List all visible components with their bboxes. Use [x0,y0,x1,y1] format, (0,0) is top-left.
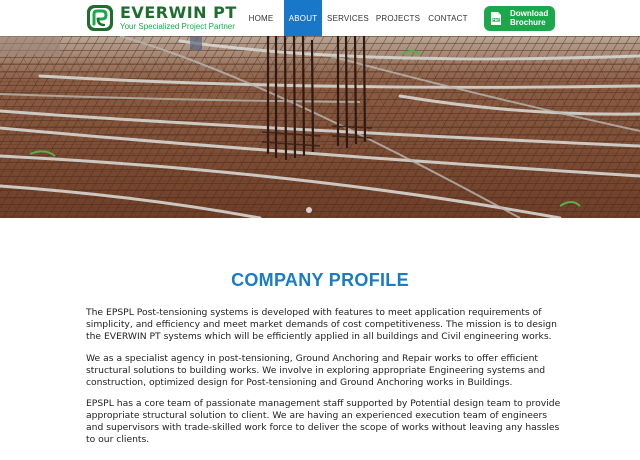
carousel-indicator[interactable] [306,207,312,213]
download-brochure-button[interactable]: PDF Download Brochure [484,6,555,31]
site-header: EVERWIN PT Your Specialized Project Part… [0,0,640,36]
pdf-icon: PDF [491,12,501,25]
main-nav: HOME ABOUT SERVICES PROJECTS CONTACT [242,0,472,36]
nav-home[interactable]: HOME [242,0,280,36]
rebar-mesh-photo [0,36,640,218]
svg-text:PDF: PDF [492,18,499,22]
profile-paragraph: The EPSPL Post-tensioning systems is dev… [86,307,557,342]
nav-contact[interactable]: CONTACT [424,0,472,36]
brand-name: EVERWIN PT [120,3,237,22]
brand-tagline: Your Specialized Project Partner [120,22,235,31]
download-brochure-label: Download Brochure [510,9,549,27]
nav-services[interactable]: SERVICES [324,0,372,36]
company-profile-text: The EPSPL Post-tensioning systems is dev… [86,307,562,456]
nav-about[interactable]: ABOUT [284,0,322,36]
nav-projects[interactable]: PROJECTS [372,0,424,36]
brand-logo[interactable]: EVERWIN PT Your Specialized Project Part… [86,4,237,32]
everwin-logo-icon [87,5,113,31]
page-title: COMPANY PROFILE [231,270,409,290]
profile-paragraph: EPSPL has a core team of passionate mana… [86,398,561,446]
profile-paragraph: We as a specialist agency in post-tensio… [86,352,546,388]
hero-banner-image [0,36,640,218]
